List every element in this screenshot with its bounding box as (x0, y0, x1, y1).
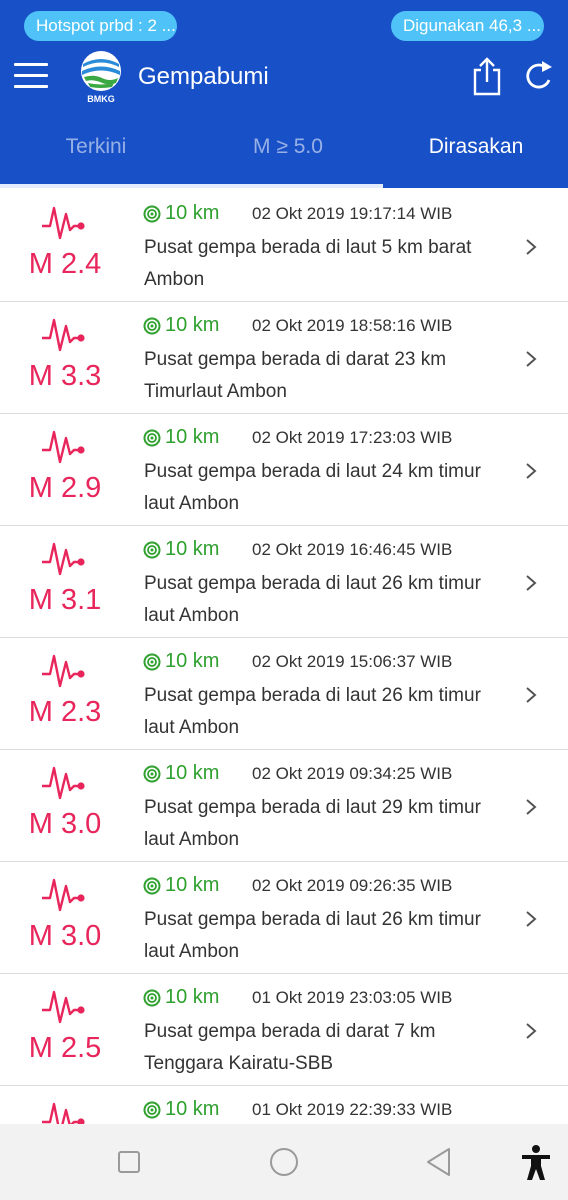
share-icon[interactable] (471, 56, 503, 96)
timestamp: 02 Okt 2019 09:26:35 WIB (252, 876, 453, 895)
depth-target-icon (143, 877, 161, 895)
bmkg-logo: BMKG (81, 51, 121, 104)
navigation-bar (0, 1124, 568, 1200)
depth-target-icon (143, 653, 161, 671)
seismograph-icon (42, 542, 85, 576)
depth: 10 km (165, 650, 220, 672)
description: Pusat gempa berada di laut 26 km timur l… (144, 685, 481, 738)
seismograph-icon (42, 318, 85, 352)
chevron-right-icon[interactable] (524, 349, 538, 369)
earthquake-list-item[interactable]: M 2.9 10 km 02 Okt 2019 17:23:03 WIB Pus… (0, 414, 568, 526)
chevron-right-icon[interactable] (524, 237, 538, 257)
depth-target-icon (143, 429, 161, 447)
description: Pusat gempa berada di laut 24 km timur l… (144, 461, 481, 514)
earthquake-list-item[interactable]: M 3.0 10 km 02 Okt 2019 09:26:35 WIB Pus… (0, 862, 568, 974)
depth-target-icon (143, 317, 161, 335)
depth: 10 km (165, 426, 220, 448)
status-bar: Hotspot prbd : 2 ... Digunakan 46,3 ... (0, 0, 568, 44)
tab-dirasakan[interactable]: Dirasakan (384, 110, 568, 186)
chevron-right-icon[interactable] (524, 1021, 538, 1041)
chevron-right-icon[interactable] (524, 573, 538, 593)
chevron-right-icon[interactable] (524, 909, 538, 929)
tab-terkini[interactable]: Terkini (0, 110, 192, 186)
earthquake-list-item[interactable]: M 3.0 10 km 02 Okt 2019 09:34:25 WIB Pus… (0, 750, 568, 862)
depth-target-icon (143, 541, 161, 559)
seismograph-icon (42, 1102, 85, 1124)
earthquake-list[interactable]: M 2.4 10 km 02 Okt 2019 19:17:14 WIB Pus… (0, 190, 568, 1124)
earthquake-list-item[interactable]: M 3.3 10 km 02 Okt 2019 18:58:16 WIB Pus… (0, 302, 568, 414)
depth-target-icon (143, 989, 161, 1007)
description: Pusat gempa berada di laut 5 km barat Am… (144, 237, 472, 290)
accessibility-icon[interactable] (520, 1144, 552, 1182)
description: Pusat gempa berada di darat 23 km Timurl… (144, 349, 447, 402)
data-usage-pill[interactable]: Digunakan 46,3 ... (391, 11, 544, 41)
logo-text: BMKG (87, 94, 115, 104)
earthquake-list-item[interactable]: M 2.3 10 km 02 Okt 2019 15:06:37 WIB Pus… (0, 638, 568, 750)
description: Pusat gempa berada di laut 29 km timur l… (144, 797, 481, 850)
magnitude: M 3.0 (28, 808, 102, 840)
depth: 10 km (165, 762, 220, 784)
depth: 10 km (165, 202, 220, 224)
description: Pusat gempa berada di darat 7 km Tenggar… (144, 1021, 436, 1074)
timestamp: 02 Okt 2019 15:06:37 WIB (252, 652, 453, 671)
depth: 10 km (165, 1098, 220, 1120)
depth-target-icon (143, 1101, 161, 1119)
tab-bar: Terkini M ≥ 5.0 Dirasakan (0, 110, 568, 188)
magnitude: M 2.4 (28, 248, 102, 280)
tab-indicator (0, 184, 383, 188)
earthquake-list-item[interactable]: M 3.1 10 km 02 Okt 2019 16:46:45 WIB Pus… (0, 526, 568, 638)
magnitude: M 3.0 (28, 920, 102, 952)
timestamp: 02 Okt 2019 18:58:16 WIB (252, 316, 453, 335)
earthquake-list-item[interactable]: M 2.5 10 km 01 Okt 2019 23:03:05 WIB Pus… (0, 974, 568, 1086)
timestamp: 02 Okt 2019 17:23:03 WIB (252, 428, 453, 447)
depth-target-icon (143, 765, 161, 783)
seismograph-icon (42, 990, 85, 1024)
description: Pusat gempa berada di laut 26 km timur l… (144, 909, 481, 962)
chevron-right-icon[interactable] (524, 797, 538, 817)
circle-icon[interactable] (268, 1146, 300, 1178)
magnitude: M 3.3 (28, 360, 102, 392)
depth-target-icon (143, 205, 161, 223)
seismograph-icon (42, 430, 85, 464)
earthquake-list-item[interactable]: 10 km 01 Okt 2019 22:39:33 WIB (0, 1086, 568, 1124)
depth: 10 km (165, 874, 220, 896)
refresh-icon[interactable] (522, 58, 556, 94)
tab-m5[interactable]: M ≥ 5.0 (192, 110, 384, 186)
magnitude: M 2.9 (28, 472, 102, 504)
chevron-right-icon[interactable] (524, 685, 538, 705)
depth: 10 km (165, 314, 220, 336)
timestamp: 02 Okt 2019 09:34:25 WIB (252, 764, 453, 783)
app-bar: BMKG Gempabumi (0, 44, 568, 110)
seismograph-icon (42, 654, 85, 688)
timestamp: 01 Okt 2019 23:03:05 WIB (252, 988, 453, 1007)
description: Pusat gempa berada di laut 26 km timur l… (144, 573, 481, 626)
hamburger-menu-icon[interactable] (14, 63, 48, 89)
timestamp: 01 Okt 2019 22:39:33 WIB (252, 1100, 453, 1119)
depth: 10 km (165, 538, 220, 560)
timestamp: 02 Okt 2019 19:17:14 WIB (252, 204, 453, 223)
app-title: Gempabumi (138, 63, 269, 90)
magnitude: M 3.1 (28, 584, 102, 616)
seismograph-icon (42, 206, 85, 240)
square-icon[interactable] (117, 1150, 141, 1174)
depth: 10 km (165, 986, 220, 1008)
timestamp: 02 Okt 2019 16:46:45 WIB (252, 540, 453, 559)
seismograph-icon (42, 766, 85, 800)
magnitude: M 2.5 (28, 1032, 102, 1064)
hotspot-pill[interactable]: Hotspot prbd : 2 ... (24, 11, 177, 41)
seismograph-icon (42, 878, 85, 912)
triangle-back-icon[interactable] (424, 1146, 452, 1178)
magnitude: M 2.3 (28, 696, 102, 728)
chevron-right-icon[interactable] (524, 461, 538, 481)
earthquake-list-item[interactable]: M 2.4 10 km 02 Okt 2019 19:17:14 WIB Pus… (0, 190, 568, 302)
